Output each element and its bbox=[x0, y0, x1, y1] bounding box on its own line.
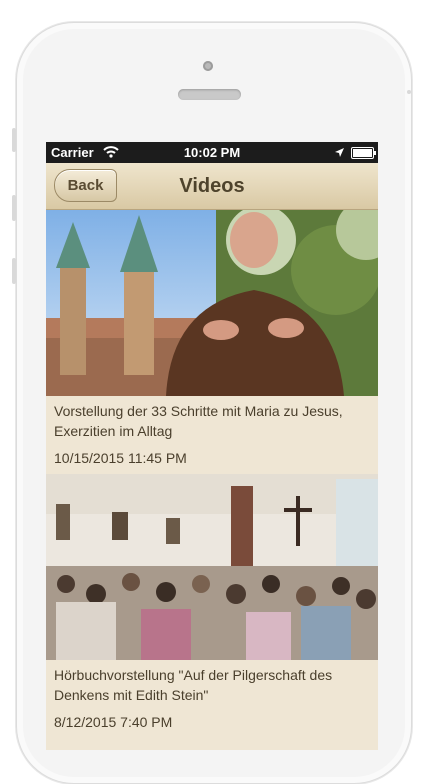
earpiece-speaker bbox=[178, 89, 241, 100]
video-title: Hörbuchvorstellung "Auf der Pilgerschaft… bbox=[54, 667, 333, 703]
video-thumbnail[interactable] bbox=[46, 210, 378, 396]
video-date: 8/12/2015 7:40 PM bbox=[54, 714, 173, 730]
volume-up-button bbox=[12, 195, 16, 221]
battery-icon bbox=[351, 147, 376, 159]
video-thumbnail[interactable] bbox=[46, 474, 378, 660]
video-date: 10/15/2015 11:45 PM bbox=[54, 450, 187, 466]
power-button bbox=[407, 90, 411, 94]
video-title: Vorstellung der 33 Schritte mit Maria zu… bbox=[54, 403, 343, 439]
volume-down-button bbox=[12, 258, 16, 284]
app-screen: Carrier 10:02 PM Back Videos Vorstellung… bbox=[46, 142, 378, 750]
video-list-item[interactable]: Vorstellung der 33 Schritte mit Maria zu… bbox=[46, 210, 378, 474]
status-bar: Carrier 10:02 PM bbox=[46, 142, 378, 163]
mute-switch bbox=[12, 128, 16, 152]
video-list-item[interactable]: Hörbuchvorstellung "Auf der Pilgerschaft… bbox=[46, 474, 378, 738]
page-title: Videos bbox=[179, 175, 245, 197]
status-time: 10:02 PM bbox=[183, 145, 241, 160]
location-arrow-icon bbox=[334, 146, 345, 161]
video-list: Vorstellung der 33 Schritte mit Maria zu… bbox=[46, 210, 378, 738]
navigation-bar: Back Videos bbox=[46, 163, 378, 210]
front-camera bbox=[203, 61, 213, 71]
